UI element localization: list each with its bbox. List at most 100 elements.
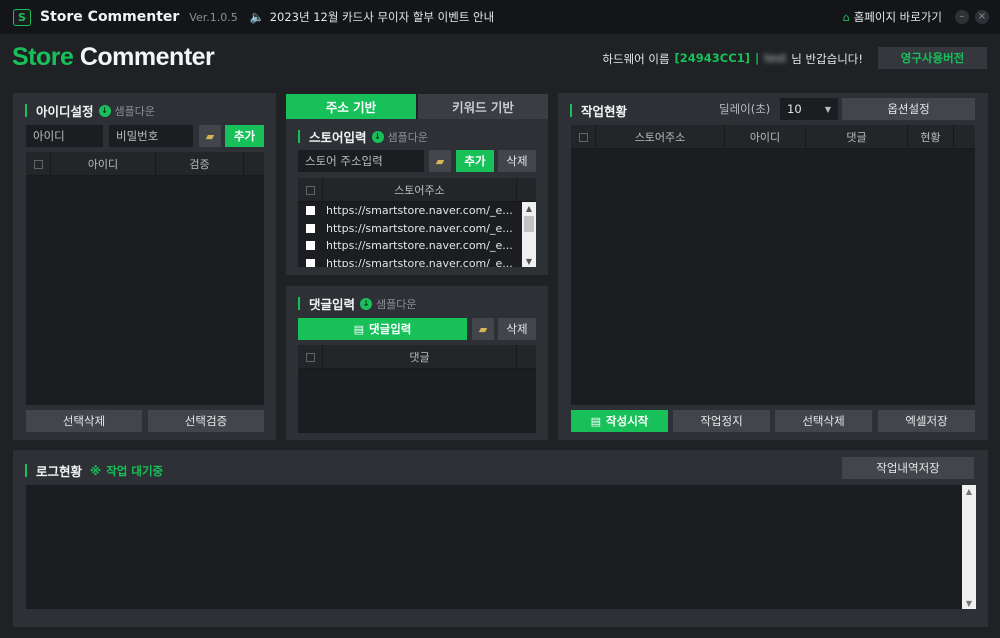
col-id: 아이디 bbox=[51, 152, 156, 176]
chevron-down-icon: ▼ bbox=[824, 104, 831, 114]
license-button[interactable]: 영구사용버전 bbox=[878, 47, 987, 69]
comment-table: 댓글 bbox=[298, 345, 536, 433]
store-rows: https://smartstore.naver.com/_e... https… bbox=[298, 202, 522, 267]
select-all-checkbox[interactable] bbox=[298, 345, 323, 369]
comment-input-panel: 댓글입력 ↓ 샘플다운 ▤ 댓글입력 ▰ 삭제 댓글 bbox=[286, 286, 548, 440]
col-verify: 검증 bbox=[156, 152, 244, 176]
job-status-title-text: 작업현황 bbox=[581, 104, 628, 119]
folder-open-icon[interactable]: ▰ bbox=[199, 125, 221, 147]
home-icon: ⌂ bbox=[842, 10, 850, 24]
id-add-button[interactable]: 추가 bbox=[225, 125, 264, 147]
id-settings-panel: 아이디설정 ↓ 샘플다운 아이디 비밀번호 ▰ 추가 아이디 검증 선택삭제 선… bbox=[13, 93, 276, 440]
stop-button[interactable]: 작업정지 bbox=[673, 410, 770, 432]
homepage-link-label: 홈페이지 바로가기 bbox=[853, 10, 942, 24]
title-bar: S Store Commenter Ver.1.0.5 🔈 2023년 12월 … bbox=[0, 0, 1000, 34]
col-comment: 댓글 bbox=[323, 345, 517, 369]
delay-label: 딜레이(초) bbox=[719, 102, 771, 116]
col-id: 아이디 bbox=[725, 125, 806, 149]
minimize-button[interactable]: – bbox=[955, 10, 969, 24]
comment-sample-download[interactable]: ↓ 샘플다운 bbox=[360, 296, 417, 312]
password-input[interactable]: 비밀번호 bbox=[109, 125, 193, 147]
notice-link[interactable]: 2023년 12월 카드사 무이자 할부 이벤트 안내 bbox=[270, 9, 495, 25]
id-delete-selected-button[interactable]: 선택삭제 bbox=[26, 410, 142, 432]
download-icon: ↓ bbox=[98, 104, 111, 117]
scroll-down-icon[interactable]: ▼ bbox=[522, 255, 536, 267]
log-title: 로그현황 ※ 작업 대기중 bbox=[25, 461, 163, 480]
store-delete-button[interactable]: 삭제 bbox=[498, 150, 536, 172]
scroll-down-icon[interactable]: ▼ bbox=[962, 597, 976, 609]
id-settings-title: 아이디설정 ↓ 샘플다운 bbox=[25, 101, 155, 120]
user-name: test bbox=[764, 51, 787, 65]
job-status-panel: 작업현황 딜레이(초) 10 ▼ 옵션설정 스토어주소 아이디 댓글 현황 ▤ … bbox=[558, 93, 988, 440]
select-all-checkbox[interactable] bbox=[26, 152, 51, 176]
status-text: 작업 대기중 bbox=[106, 463, 164, 478]
row-checkbox[interactable] bbox=[306, 258, 315, 267]
id-input[interactable]: 아이디 bbox=[26, 125, 103, 147]
download-icon: ↓ bbox=[360, 297, 373, 310]
scroll-up-icon[interactable]: ▲ bbox=[522, 202, 536, 214]
folder-open-icon[interactable]: ▰ bbox=[472, 318, 494, 340]
hardware-label: 하드웨어 이름 bbox=[602, 52, 670, 66]
scroll-thumb[interactable] bbox=[524, 216, 534, 232]
list-item[interactable]: https://smartstore.naver.com/_e... bbox=[298, 237, 522, 255]
row-checkbox[interactable] bbox=[306, 206, 315, 216]
id-table-header: 아이디 검증 bbox=[26, 152, 264, 176]
comment-sample-download-label: 샘플다운 bbox=[376, 297, 417, 311]
close-button[interactable]: × bbox=[975, 10, 989, 24]
delay-select[interactable]: 10 ▼ bbox=[780, 98, 838, 120]
scroll-up-icon[interactable]: ▲ bbox=[962, 485, 976, 497]
version-label: Ver.1.0.5 bbox=[189, 10, 238, 24]
store-sample-download-label: 샘플다운 bbox=[387, 130, 428, 144]
col-status: 현황 bbox=[908, 125, 954, 149]
excel-save-button[interactable]: 엑셀저장 bbox=[878, 410, 975, 432]
id-sample-download[interactable]: ↓ 샘플다운 bbox=[98, 103, 155, 119]
row-checkbox[interactable] bbox=[306, 241, 315, 251]
speaker-icon: 🔈 bbox=[249, 10, 265, 24]
download-icon: ↓ bbox=[371, 130, 384, 143]
store-scrollbar[interactable]: ▲ ▼ bbox=[522, 202, 536, 267]
job-status-title: 작업현황 bbox=[570, 101, 627, 120]
log-scrollbar[interactable]: ▲ ▼ bbox=[962, 485, 976, 609]
store-input-panel: 스토어입력 ↓ 샘플다운 스토어 주소입력 ▰ 추가 삭제 스토어주소 http… bbox=[286, 119, 548, 275]
col-store-url: 스토어주소 bbox=[323, 178, 517, 202]
id-verify-selected-button[interactable]: 선택검증 bbox=[148, 410, 264, 432]
tab-address-based[interactable]: 주소 기반 bbox=[286, 94, 416, 119]
brand-store: Store bbox=[12, 43, 74, 71]
job-table: 스토어주소 아이디 댓글 현황 bbox=[571, 125, 975, 405]
brand-logo: Store Commenter bbox=[12, 43, 215, 72]
list-item[interactable]: https://smartstore.naver.com/_e... bbox=[298, 220, 522, 238]
id-sample-download-label: 샘플다운 bbox=[114, 104, 155, 118]
store-url-input[interactable]: 스토어 주소입력 bbox=[298, 150, 424, 172]
store-sample-download[interactable]: ↓ 샘플다운 bbox=[371, 129, 428, 145]
save-log-button[interactable]: 작업내역저장 bbox=[842, 457, 974, 479]
comment-delete-button[interactable]: 삭제 bbox=[498, 318, 536, 340]
comment-input-button[interactable]: ▤ 댓글입력 bbox=[298, 318, 467, 340]
log-textarea[interactable]: ▲ ▼ bbox=[26, 485, 976, 609]
start-button[interactable]: ▤ 작성시작 bbox=[571, 410, 668, 432]
homepage-link[interactable]: ⌂ 홈페이지 바로가기 bbox=[843, 9, 942, 25]
comment-input-title: 댓글입력 ↓ 샘플다운 bbox=[298, 294, 417, 313]
comment-table-header: 댓글 bbox=[298, 345, 536, 369]
brand-commenter: Commenter bbox=[79, 43, 215, 71]
job-delete-selected-button[interactable]: 선택삭제 bbox=[775, 410, 872, 432]
tab-keyword-based[interactable]: 키워드 기반 bbox=[418, 94, 548, 119]
comment-input-button-label: 댓글입력 bbox=[369, 322, 412, 336]
hardware-code: [24943CC1] bbox=[674, 51, 750, 65]
col-store-url: 스토어주소 bbox=[596, 125, 725, 149]
folder-open-icon[interactable]: ▰ bbox=[429, 150, 451, 172]
store-input-title: 스토어입력 ↓ 샘플다운 bbox=[298, 127, 428, 146]
select-all-checkbox[interactable] bbox=[571, 125, 596, 149]
store-add-button[interactable]: 추가 bbox=[456, 150, 494, 172]
list-item[interactable]: https://smartstore.naver.com/_e... bbox=[298, 202, 522, 220]
store-url-text: https://smartstore.naver.com/_e... bbox=[326, 239, 513, 253]
list-item[interactable]: https://smartstore.naver.com/_e... bbox=[298, 255, 522, 267]
options-button[interactable]: 옵션설정 bbox=[842, 98, 975, 120]
app-name: Store Commenter bbox=[40, 9, 180, 25]
header: Store Commenter 하드웨어 이름 [24943CC1] | tes… bbox=[0, 34, 1000, 84]
store-url-text: https://smartstore.naver.com/_e... bbox=[326, 221, 513, 235]
store-table-header: 스토어주소 bbox=[298, 178, 536, 202]
store-input-title-text: 스토어입력 bbox=[309, 130, 367, 145]
delay-value: 10 bbox=[787, 102, 802, 116]
select-all-checkbox[interactable] bbox=[298, 178, 323, 202]
row-checkbox[interactable] bbox=[306, 223, 315, 233]
